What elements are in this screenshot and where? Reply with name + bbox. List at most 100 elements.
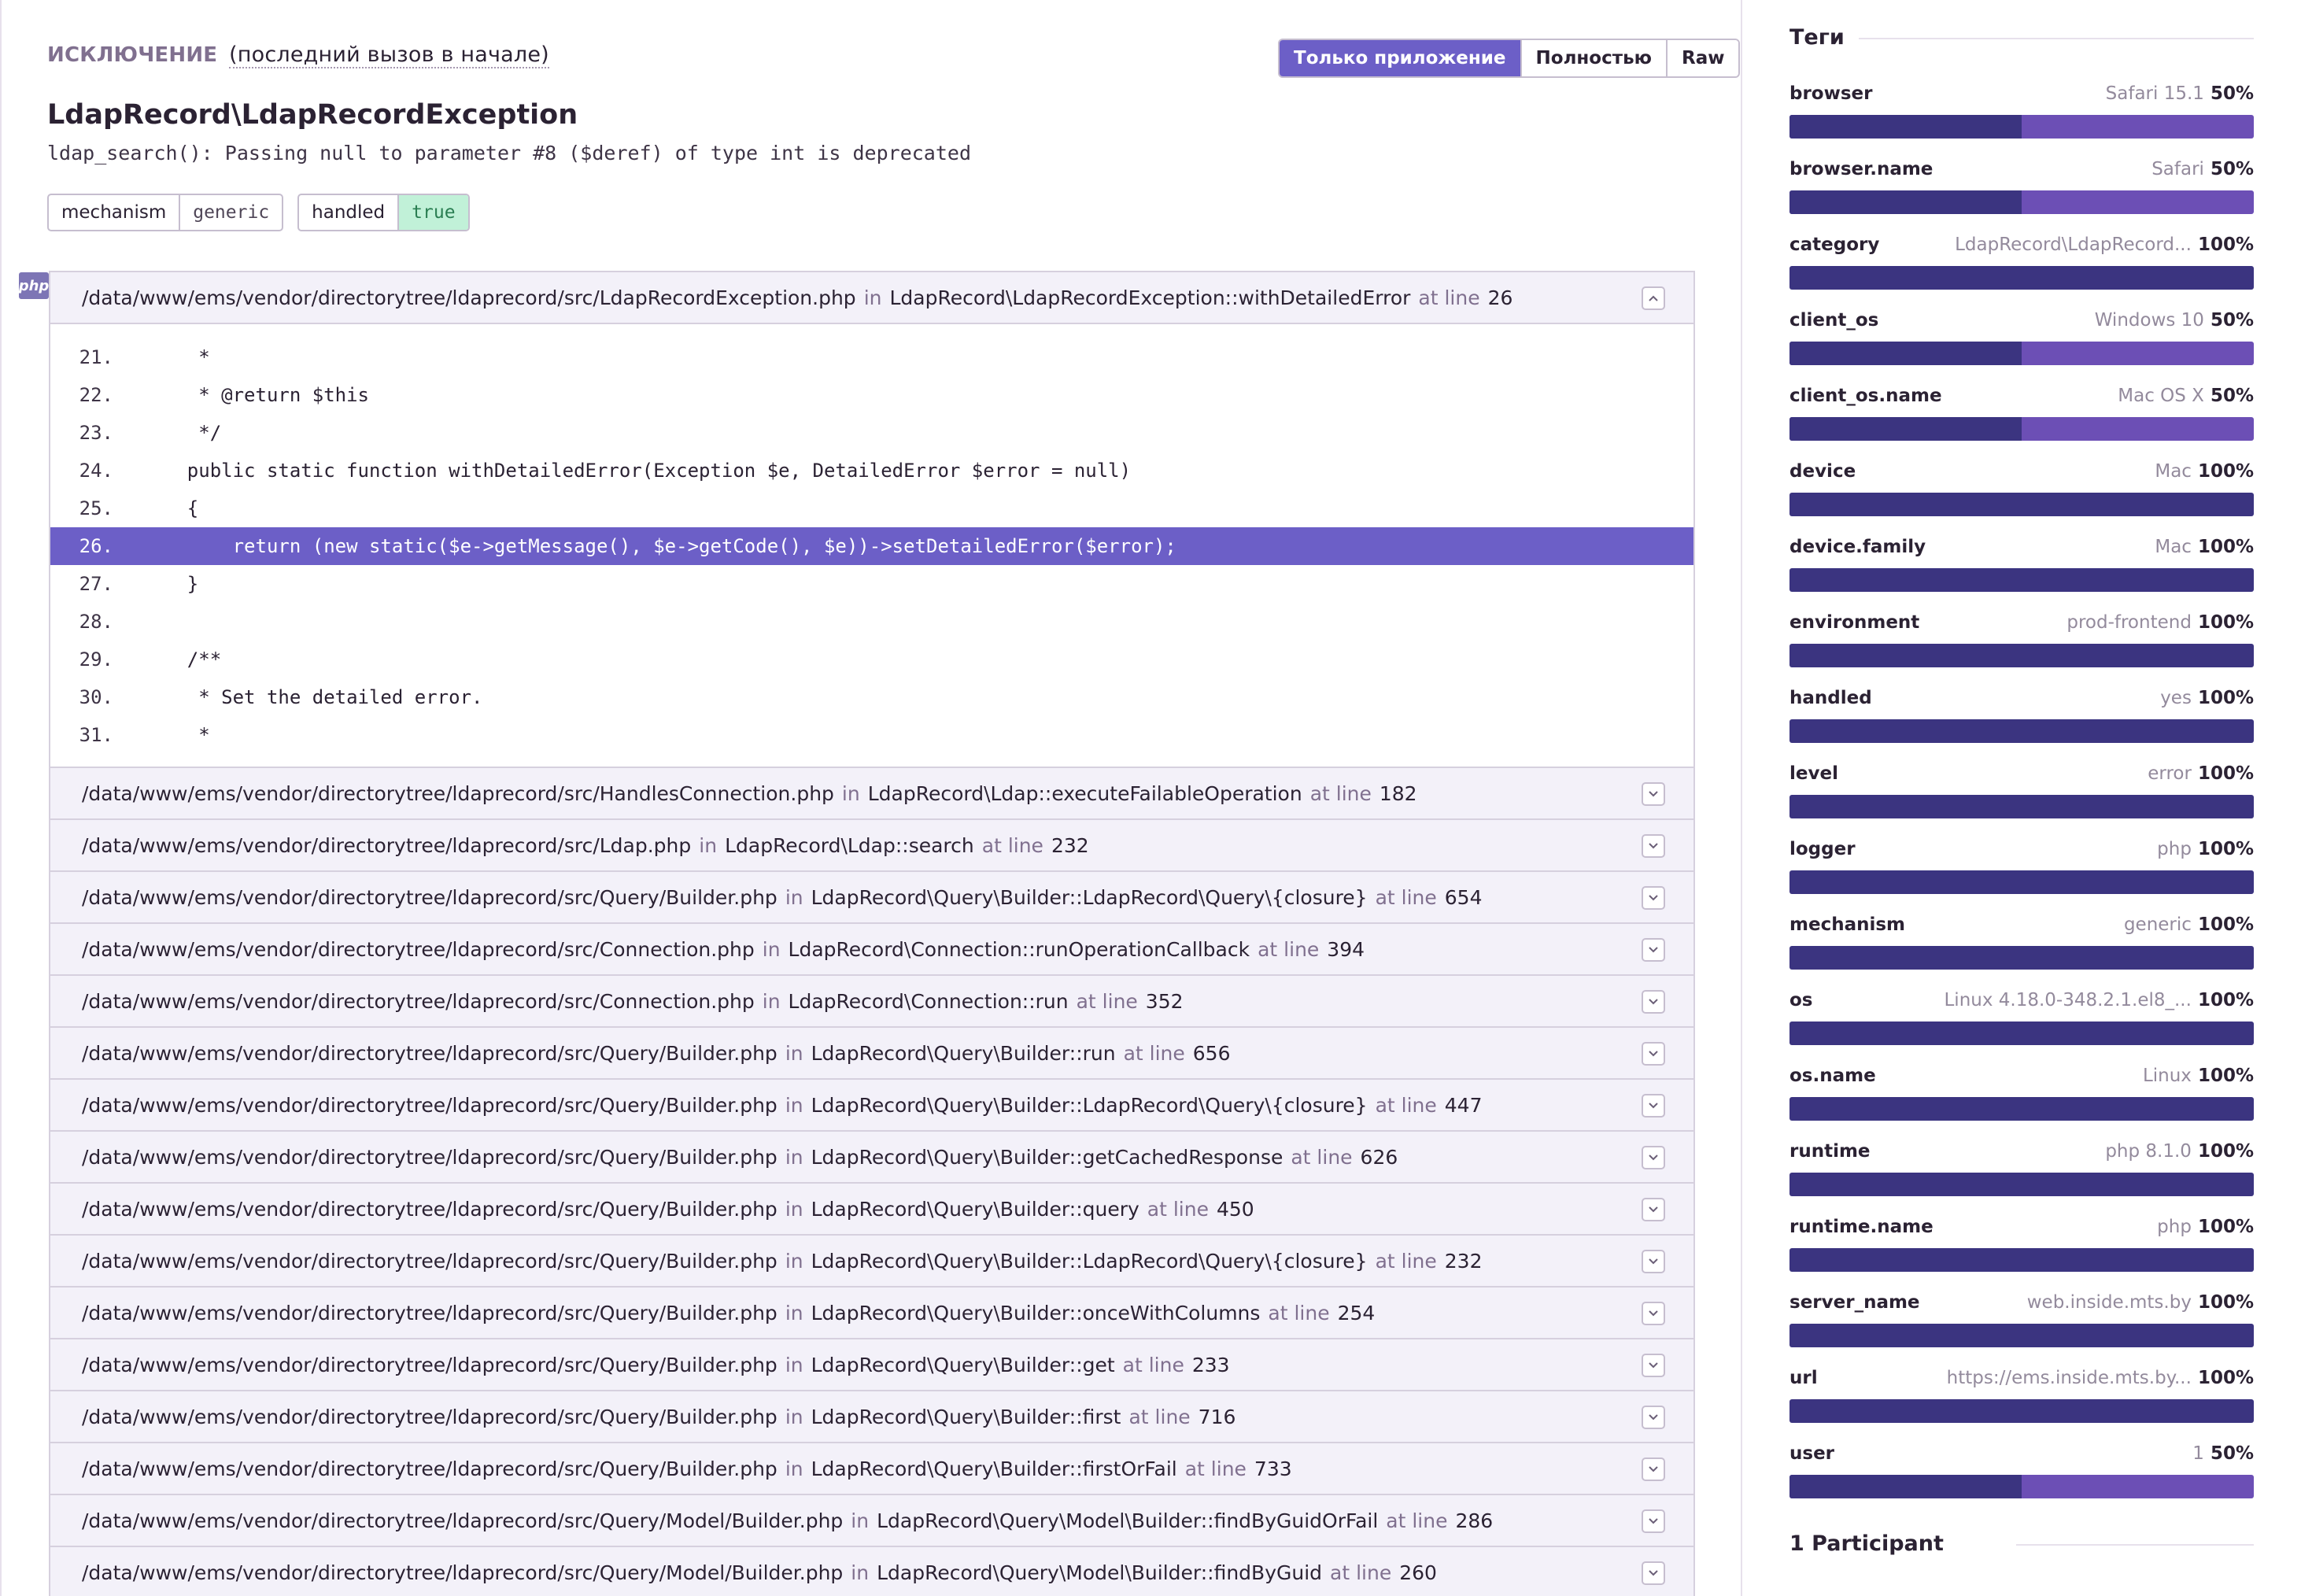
tag-os-name[interactable]: os.name Linux 100%: [1789, 1062, 2254, 1138]
stack-frame[interactable]: /data/www/ems/vendor/directorytree/ldapr…: [50, 1391, 1693, 1443]
tag-client-os[interactable]: client_os Windows 10 50%: [1789, 307, 2254, 382]
tag-distribution-bar[interactable]: [1789, 1173, 2254, 1196]
chevron-down-icon[interactable]: [1642, 1094, 1665, 1118]
mechanism-pill[interactable]: mechanism generic: [47, 194, 284, 231]
tag-distribution-bar[interactable]: [1789, 1248, 2254, 1272]
chevron-down-icon[interactable]: [1642, 1509, 1665, 1533]
stack-frame[interactable]: /data/www/ems/vendor/directorytree/ldapr…: [50, 1495, 1693, 1547]
chevron-up-icon[interactable]: [1642, 286, 1665, 310]
tag-mechanism[interactable]: mechanism generic 100%: [1789, 911, 2254, 987]
tag-distribution-bar[interactable]: [1789, 115, 2254, 139]
chevron-down-icon[interactable]: [1642, 938, 1665, 962]
tag-handled[interactable]: handled yes 100%: [1789, 685, 2254, 760]
stack-frame[interactable]: /data/www/ems/vendor/directorytree/ldapr…: [50, 1547, 1693, 1596]
tag-distribution-bar[interactable]: [1789, 266, 2254, 290]
frame-function: LdapRecord\Query\Model\Builder::findByGu…: [877, 1561, 1323, 1584]
tag-distribution-bar[interactable]: [1789, 1399, 2254, 1423]
tag-os[interactable]: os Linux 4.18.0-348.2.1.el8_... 100%: [1789, 987, 2254, 1062]
stack-frame[interactable]: /data/www/ems/vendor/directorytree/ldapr…: [50, 1080, 1693, 1132]
tag-value: Linux: [2142, 1066, 2192, 1086]
tag-level[interactable]: level error 100%: [1789, 760, 2254, 836]
tag-distribution-bar[interactable]: [1789, 493, 2254, 516]
frame-at-line-label: at line: [981, 833, 1043, 857]
line-number: 30.: [79, 686, 113, 708]
chevron-down-icon[interactable]: [1642, 782, 1665, 806]
stack-frame[interactable]: /data/www/ems/vendor/directorytree/ldapr…: [50, 1236, 1693, 1288]
stack-frame[interactable]: /data/www/ems/vendor/directorytree/ldapr…: [50, 924, 1693, 976]
tag-url[interactable]: url https://ems.inside.mts.by... 100%: [1789, 1365, 2254, 1440]
chevron-down-icon[interactable]: [1642, 1198, 1665, 1221]
tag-client-os-name[interactable]: client_os.name Mac OS X 50%: [1789, 382, 2254, 458]
stack-frame[interactable]: /data/www/ems/vendor/directorytree/ldapr…: [50, 1339, 1693, 1391]
tag-logger[interactable]: logger php 100%: [1789, 836, 2254, 911]
stack-frame[interactable]: /data/www/ems/vendor/directorytree/ldapr…: [50, 1288, 1693, 1339]
chevron-down-icon[interactable]: [1642, 1457, 1665, 1481]
tag-device[interactable]: device Mac 100%: [1789, 458, 2254, 534]
tag-bar-fill: [1789, 115, 2022, 139]
tag-distribution-bar[interactable]: [1789, 417, 2254, 441]
stack-frame[interactable]: /data/www/ems/vendor/directorytree/ldapr…: [50, 976, 1693, 1028]
frame-function: LdapRecord\Query\Builder::get: [811, 1353, 1115, 1376]
chevron-down-icon[interactable]: [1642, 1561, 1665, 1585]
tag-category[interactable]: category LdapRecord\LdapRecord... 100%: [1789, 231, 2254, 307]
chevron-down-icon[interactable]: [1642, 886, 1665, 910]
stack-frame[interactable]: /data/www/ems/vendor/directorytree/ldapr…: [50, 768, 1693, 820]
tag-top-value: php 8.1.0 100%: [2105, 1141, 2254, 1162]
tag-server-name[interactable]: server_name web.inside.mts.by 100%: [1789, 1289, 2254, 1365]
stack-frame[interactable]: /data/www/ems/vendor/directorytree/ldapr…: [50, 1184, 1693, 1236]
stack-frame[interactable]: /data/www/ems/vendor/directorytree/ldapr…: [50, 1132, 1693, 1184]
frame-in-label: in: [863, 286, 882, 309]
chevron-down-icon[interactable]: [1642, 1302, 1665, 1325]
chevron-down-icon[interactable]: [1642, 1406, 1665, 1429]
tag-distribution-bar[interactable]: [1789, 568, 2254, 592]
frame-in-label: in: [762, 989, 781, 1013]
stack-frame[interactable]: /data/www/ems/vendor/directorytree/ldapr…: [50, 1443, 1693, 1495]
tag-distribution-bar[interactable]: [1789, 1475, 2254, 1498]
tag-key: url: [1789, 1368, 1818, 1388]
stack-frame[interactable]: /data/www/ems/vendor/directorytree/ldapr…: [50, 1028, 1693, 1080]
tag-runtime[interactable]: runtime php 8.1.0 100%: [1789, 1138, 2254, 1214]
stack-frame-expanded[interactable]: /data/www/ems/vendor/directorytree/ldapr…: [50, 272, 1693, 324]
tag-top-value: web.inside.mts.by 100%: [2027, 1292, 2254, 1313]
tag-distribution-bar[interactable]: [1789, 719, 2254, 743]
chevron-down-icon[interactable]: [1642, 1354, 1665, 1377]
frame-line-number: 232: [1051, 833, 1089, 857]
code-line: 28.: [50, 603, 1693, 641]
tag-browser-name[interactable]: browser.name Safari 50%: [1789, 156, 2254, 231]
code-text: {: [142, 497, 199, 519]
tag-top-value: Mac OS X 50%: [2118, 386, 2254, 406]
frame-at-line-label: at line: [1184, 1457, 1247, 1480]
chevron-down-icon[interactable]: [1642, 1250, 1665, 1273]
tag-distribution-bar[interactable]: [1789, 644, 2254, 667]
tag-top-value: LdapRecord\LdapRecord... 100%: [1955, 235, 2254, 255]
stack-order-toggle[interactable]: (последний вызов в начале): [229, 42, 549, 68]
tag-distribution-bar[interactable]: [1789, 1324, 2254, 1347]
tag-key: runtime.name: [1789, 1217, 1934, 1237]
stacktrace-frames: /data/www/ems/vendor/directorytree/ldapr…: [49, 271, 1695, 1596]
stack-frame[interactable]: /data/www/ems/vendor/directorytree/ldapr…: [50, 820, 1693, 872]
handled-pill[interactable]: handled true: [297, 194, 470, 231]
tag-runtime-name[interactable]: runtime.name php 100%: [1789, 1214, 2254, 1289]
tag-distribution-bar[interactable]: [1789, 946, 2254, 970]
tag-distribution-bar[interactable]: [1789, 342, 2254, 365]
chevron-down-icon[interactable]: [1642, 834, 1665, 858]
tag-browser[interactable]: browser Safari 15.1 50%: [1789, 80, 2254, 156]
tag-distribution-bar[interactable]: [1789, 1097, 2254, 1121]
tag-user[interactable]: user 1 50%: [1789, 1440, 2254, 1516]
tag-percent: 50%: [2210, 1443, 2254, 1464]
tag-distribution-bar[interactable]: [1789, 795, 2254, 818]
tag-environment[interactable]: environment prod-frontend 100%: [1789, 609, 2254, 685]
app-only-button[interactable]: Только приложение: [1280, 40, 1522, 76]
tag-distribution-bar[interactable]: [1789, 1022, 2254, 1045]
chevron-down-icon[interactable]: [1642, 1146, 1665, 1169]
tag-device-family[interactable]: device.family Mac 100%: [1789, 534, 2254, 609]
chevron-down-icon[interactable]: [1642, 1042, 1665, 1066]
tag-key: level: [1789, 763, 1838, 784]
raw-button[interactable]: Raw: [1667, 40, 1739, 76]
tag-key: user: [1789, 1443, 1835, 1464]
tag-distribution-bar[interactable]: [1789, 190, 2254, 214]
chevron-down-icon[interactable]: [1642, 990, 1665, 1014]
stack-frame[interactable]: /data/www/ems/vendor/directorytree/ldapr…: [50, 872, 1693, 924]
tag-distribution-bar[interactable]: [1789, 870, 2254, 894]
full-button[interactable]: Полностью: [1521, 40, 1668, 76]
